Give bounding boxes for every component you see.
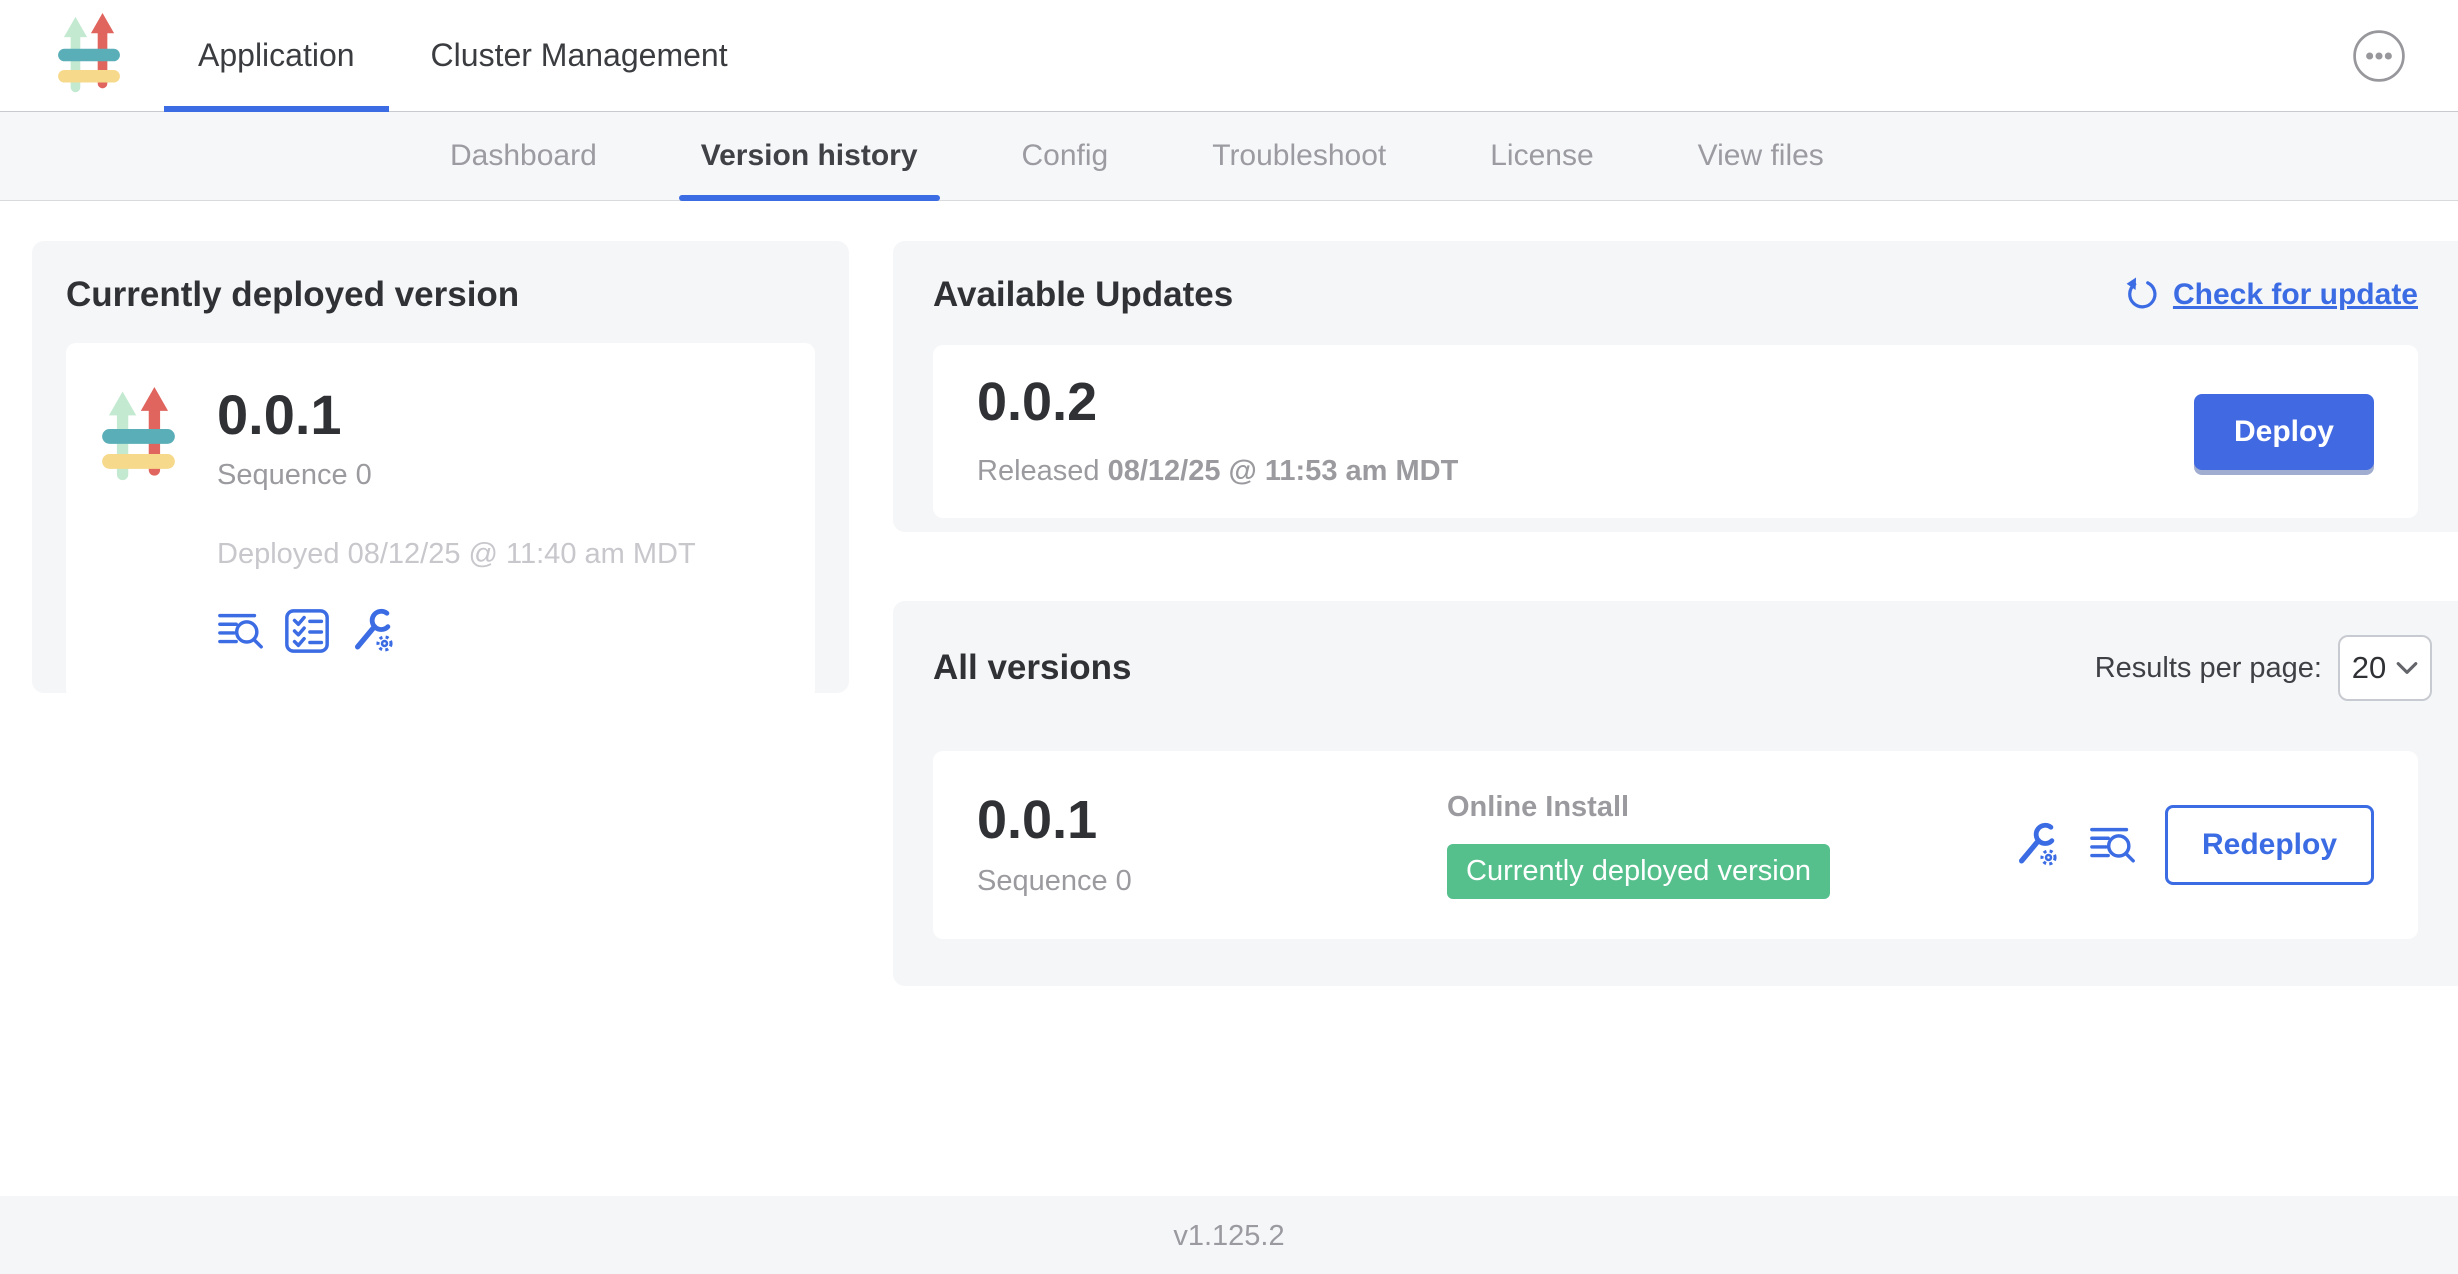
available-updates-header: Available Updates Check for update bbox=[933, 275, 2418, 315]
chevron-down-icon bbox=[2396, 661, 2418, 675]
footer: v1.125.2 bbox=[0, 1196, 2458, 1274]
results-per-page-value: 20 bbox=[2352, 650, 2386, 686]
view-logs-icon[interactable] bbox=[2089, 821, 2137, 869]
version-row: 0.0.1 Sequence 0 Online Install Currentl… bbox=[933, 751, 2418, 939]
update-card: 0.0.2 Released 08/12/25 @ 11:53 am MDT D… bbox=[933, 345, 2418, 518]
subnav-view-files[interactable]: View files bbox=[1646, 112, 1876, 200]
available-updates-panel: Available Updates Check for update 0.0.2… bbox=[893, 241, 2458, 532]
check-for-update-link[interactable]: Check for update bbox=[2173, 278, 2418, 312]
top-bar: Application Cluster Management bbox=[0, 0, 2458, 112]
overflow-menu-button[interactable] bbox=[2352, 29, 2406, 83]
subnav-troubleshoot-label: Troubleshoot bbox=[1212, 139, 1386, 173]
redeploy-button[interactable]: Redeploy bbox=[2165, 805, 2374, 885]
subnav-view-files-label: View files bbox=[1698, 139, 1824, 173]
app-logo bbox=[102, 387, 175, 655]
install-type: Online Install bbox=[1447, 791, 2013, 824]
deployed-actions bbox=[217, 607, 696, 655]
refresh-icon bbox=[2123, 277, 2159, 313]
app-logo-icon bbox=[58, 13, 120, 98]
subnav-version-history-label: Version history bbox=[701, 139, 918, 173]
top-tabs: Application Cluster Management bbox=[160, 0, 766, 111]
subnav-config[interactable]: Config bbox=[970, 112, 1161, 200]
update-version-number: 0.0.2 bbox=[977, 375, 1458, 429]
deploy-button[interactable]: Deploy bbox=[2194, 394, 2374, 470]
deployed-version-info: 0.0.1 Sequence 0 Deployed 08/12/25 @ 11:… bbox=[217, 387, 696, 655]
subnav-version-history[interactable]: Version history bbox=[649, 112, 970, 200]
subnav-dashboard-label: Dashboard bbox=[450, 139, 597, 173]
console-version: v1.125.2 bbox=[1173, 1220, 1284, 1274]
subnav-license-label: License bbox=[1490, 139, 1593, 173]
all-versions-title: All versions bbox=[933, 648, 1131, 688]
app-subnav: Dashboard Version history Config Trouble… bbox=[0, 112, 2458, 201]
check-for-update[interactable]: Check for update bbox=[2123, 277, 2418, 313]
results-per-page-label: Results per page: bbox=[2095, 652, 2322, 685]
view-logs-icon[interactable] bbox=[217, 607, 265, 655]
deployed-sequence: Sequence 0 bbox=[217, 459, 696, 492]
currently-deployed-title: Currently deployed version bbox=[66, 275, 815, 315]
kots-admin-console: Application Cluster Management Dashboard… bbox=[0, 0, 2458, 1274]
available-updates-title: Available Updates bbox=[933, 275, 1233, 315]
results-per-page: Results per page: 20 bbox=[2095, 635, 2432, 701]
all-versions-header: All versions Results per page: 20 bbox=[933, 635, 2432, 701]
tab-application-label: Application bbox=[198, 37, 355, 74]
tab-application[interactable]: Application bbox=[160, 0, 393, 111]
ellipsis-circle-icon bbox=[2352, 29, 2406, 83]
currently-deployed-badge: Currently deployed version bbox=[1447, 844, 1830, 899]
currently-deployed-panel: Currently deployed version 0.0.1 Sequenc… bbox=[32, 241, 849, 693]
edit-config-icon[interactable] bbox=[2013, 821, 2061, 869]
row-sequence: Sequence 0 bbox=[977, 865, 1447, 898]
results-per-page-select[interactable]: 20 bbox=[2338, 635, 2432, 701]
subnav-troubleshoot[interactable]: Troubleshoot bbox=[1160, 112, 1438, 200]
row-version-number: 0.0.1 bbox=[977, 793, 1447, 847]
subnav-license[interactable]: License bbox=[1438, 112, 1645, 200]
app-logo-icon bbox=[102, 387, 175, 487]
all-versions-panel: All versions Results per page: 20 0.0.1 … bbox=[893, 601, 2458, 986]
released-prefix: Released bbox=[977, 455, 1100, 487]
edit-config-icon[interactable] bbox=[349, 607, 397, 655]
update-info: 0.0.2 Released 08/12/25 @ 11:53 am MDT bbox=[977, 375, 1458, 488]
currently-deployed-card: 0.0.1 Sequence 0 Deployed 08/12/25 @ 11:… bbox=[66, 343, 815, 699]
tab-cluster-management-label: Cluster Management bbox=[431, 37, 728, 74]
subnav-config-label: Config bbox=[1022, 139, 1109, 173]
released-timestamp: 08/12/25 @ 11:53 am MDT bbox=[1108, 455, 1459, 487]
app-logo bbox=[58, 0, 120, 111]
deployed-timestamp: Deployed 08/12/25 @ 11:40 am MDT bbox=[217, 538, 696, 571]
version-row-info: 0.0.1 Sequence 0 bbox=[977, 793, 1447, 898]
deployed-version-number: 0.0.1 bbox=[217, 387, 696, 443]
tab-cluster-management[interactable]: Cluster Management bbox=[393, 0, 766, 111]
update-released-line: Released 08/12/25 @ 11:53 am MDT bbox=[977, 455, 1458, 488]
version-row-actions: Redeploy bbox=[2013, 805, 2374, 885]
subnav-dashboard[interactable]: Dashboard bbox=[398, 112, 649, 200]
preflight-checks-icon[interactable] bbox=[283, 607, 331, 655]
version-row-status: Online Install Currently deployed versio… bbox=[1447, 791, 2013, 899]
